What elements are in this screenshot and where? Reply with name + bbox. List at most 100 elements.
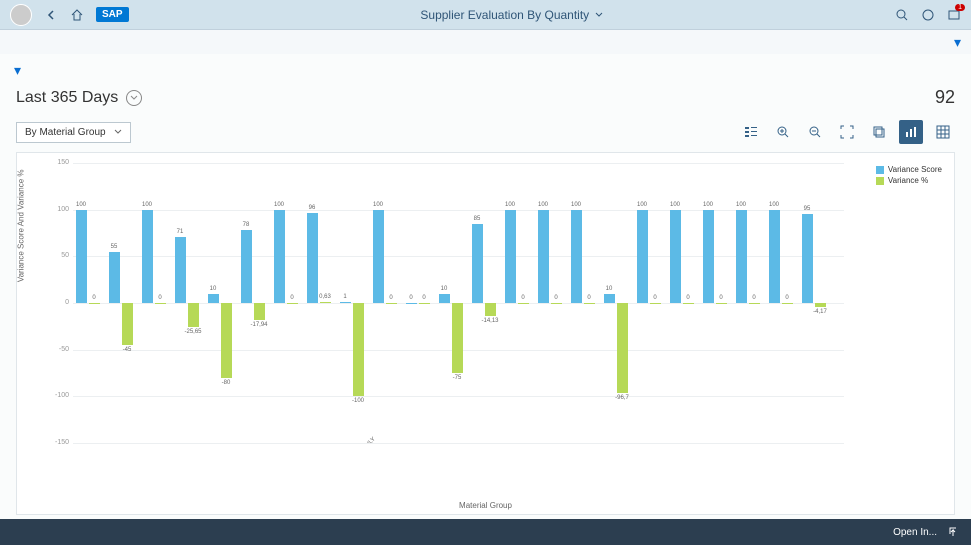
variance-percent-bar[interactable] [551, 303, 562, 304]
variance-percent-bar[interactable] [320, 302, 331, 303]
open-in-button[interactable]: Open In... [893, 527, 937, 538]
variance-score-bar[interactable] [76, 210, 87, 303]
chart-view-button[interactable] [899, 120, 923, 144]
bar-group: 10-75TEST [436, 163, 468, 443]
bar-value-label: 100 [660, 202, 690, 208]
variance-score-bar[interactable] [208, 294, 219, 303]
variance-score-bar[interactable] [307, 213, 318, 303]
variance-percent-bar[interactable] [518, 303, 529, 304]
variance-score-bar[interactable] [538, 210, 549, 303]
bars-scroll[interactable]: 1000Forks55-45ROH (Raw Material)-11000To… [73, 163, 831, 443]
filter-icon[interactable]: ▾ [954, 34, 961, 51]
bar-value-label: -14,13 [475, 318, 505, 324]
bar-value-label: -75 [442, 375, 472, 381]
bar-value-label: 10 [429, 286, 459, 292]
export-icon[interactable] [867, 120, 891, 144]
gridline: -150 [73, 443, 844, 444]
variance-score-bar[interactable] [274, 210, 285, 303]
variance-score-bar[interactable] [109, 252, 120, 303]
variance-percent-bar[interactable] [749, 303, 760, 304]
home-icon[interactable] [70, 8, 84, 22]
zoom-out-icon[interactable] [803, 120, 827, 144]
variance-percent-bar[interactable] [782, 303, 793, 304]
variance-score-bar[interactable] [175, 237, 186, 303]
legend-swatch-1 [876, 166, 884, 174]
variance-percent-bar[interactable] [815, 303, 826, 307]
variance-percent-bar[interactable] [155, 303, 166, 304]
copilot-icon[interactable] [921, 8, 935, 22]
variance-score-bar[interactable] [406, 303, 417, 304]
bar-value-label: 100 [693, 202, 723, 208]
page-title-text: Supplier Evaluation By Quantity [420, 8, 589, 22]
variance-percent-bar[interactable] [617, 303, 628, 393]
variance-score-bar[interactable] [703, 210, 714, 303]
bar-value-label: 0 [409, 295, 439, 301]
bar-value-label: 0 [640, 295, 670, 301]
bar-value-label: 71 [165, 229, 195, 235]
page-title-dropdown[interactable]: Supplier Evaluation By Quantity [420, 8, 603, 22]
variance-score-bar[interactable] [373, 210, 384, 303]
bar-value-label: 100 [495, 202, 525, 208]
refresh-icon[interactable] [126, 90, 142, 106]
variance-percent-bar[interactable] [452, 303, 463, 373]
variance-score-bar[interactable] [637, 210, 648, 303]
variance-score-bar[interactable] [769, 210, 780, 303]
bar-group: 1000Warengruppe BSC [370, 163, 402, 443]
variance-percent-bar[interactable] [683, 303, 694, 304]
bar-value-label: 100 [726, 202, 756, 208]
group-by-dropdown[interactable]: By Material Group [16, 122, 131, 143]
variance-score-bar[interactable] [472, 224, 483, 303]
legend-toggle-icon[interactable] [739, 120, 763, 144]
variance-score-bar[interactable] [505, 210, 516, 303]
variance-percent-bar[interactable] [419, 303, 430, 304]
y-tick: -50 [45, 346, 69, 353]
table-view-button[interactable] [931, 120, 955, 144]
variance-score-bar[interactable] [241, 230, 252, 303]
variance-percent-bar[interactable] [353, 303, 364, 396]
bar-group: 00BS Material Group [403, 163, 435, 443]
bar-value-label: 100 [73, 202, 96, 208]
variance-percent-bar[interactable] [650, 303, 661, 304]
dropdown-label: By Material Group [25, 127, 106, 138]
variance-percent-bar[interactable] [716, 303, 727, 304]
variance-percent-bar[interactable] [89, 303, 100, 304]
bar-value-label: 100 [132, 202, 162, 208]
variance-percent-bar[interactable] [221, 303, 232, 378]
variance-score-bar[interactable] [670, 210, 681, 303]
toolbar: By Material Group [0, 116, 971, 152]
variance-percent-bar[interactable] [386, 303, 397, 304]
variance-score-bar[interactable] [340, 302, 351, 303]
bar-value-label: -25,65 [178, 329, 208, 335]
variance-score-bar[interactable] [571, 210, 582, 303]
variance-score-bar[interactable] [439, 294, 450, 303]
funnel-icon[interactable]: ▾ [14, 62, 21, 79]
bar-value-label: 10 [198, 286, 228, 292]
variance-score-bar[interactable] [142, 210, 153, 303]
notifications-icon[interactable]: 1 [947, 8, 961, 22]
x-axis-label: Material Group [459, 501, 512, 510]
avatar[interactable] [10, 4, 32, 26]
fullscreen-icon[interactable] [835, 120, 859, 144]
variance-percent-bar[interactable] [485, 303, 496, 316]
bar-value-label: 78 [231, 222, 261, 228]
search-icon[interactable] [895, 8, 909, 22]
variance-percent-bar[interactable] [584, 303, 595, 304]
kpi-value: 92 [935, 87, 955, 108]
notification-badge: 1 [955, 4, 965, 11]
bar-value-label: 100 [363, 202, 393, 208]
variance-percent-bar[interactable] [254, 303, 265, 320]
share-icon[interactable] [947, 525, 959, 540]
variance-score-bar[interactable] [802, 214, 813, 303]
variance-percent-bar[interactable] [188, 303, 199, 327]
variance-percent-bar[interactable] [287, 303, 298, 304]
zoom-in-icon[interactable] [771, 120, 795, 144]
variance-score-bar[interactable] [604, 294, 615, 303]
back-icon[interactable] [44, 8, 58, 22]
bar-value-label: 0 [508, 295, 538, 301]
legend-swatch-2 [876, 177, 884, 185]
variance-percent-bar[interactable] [122, 303, 133, 345]
variance-score-bar[interactable] [736, 210, 747, 303]
bar-value-label: -45 [112, 347, 142, 353]
bar-value-label: 0 [145, 295, 175, 301]
chevron-down-icon [595, 11, 603, 19]
